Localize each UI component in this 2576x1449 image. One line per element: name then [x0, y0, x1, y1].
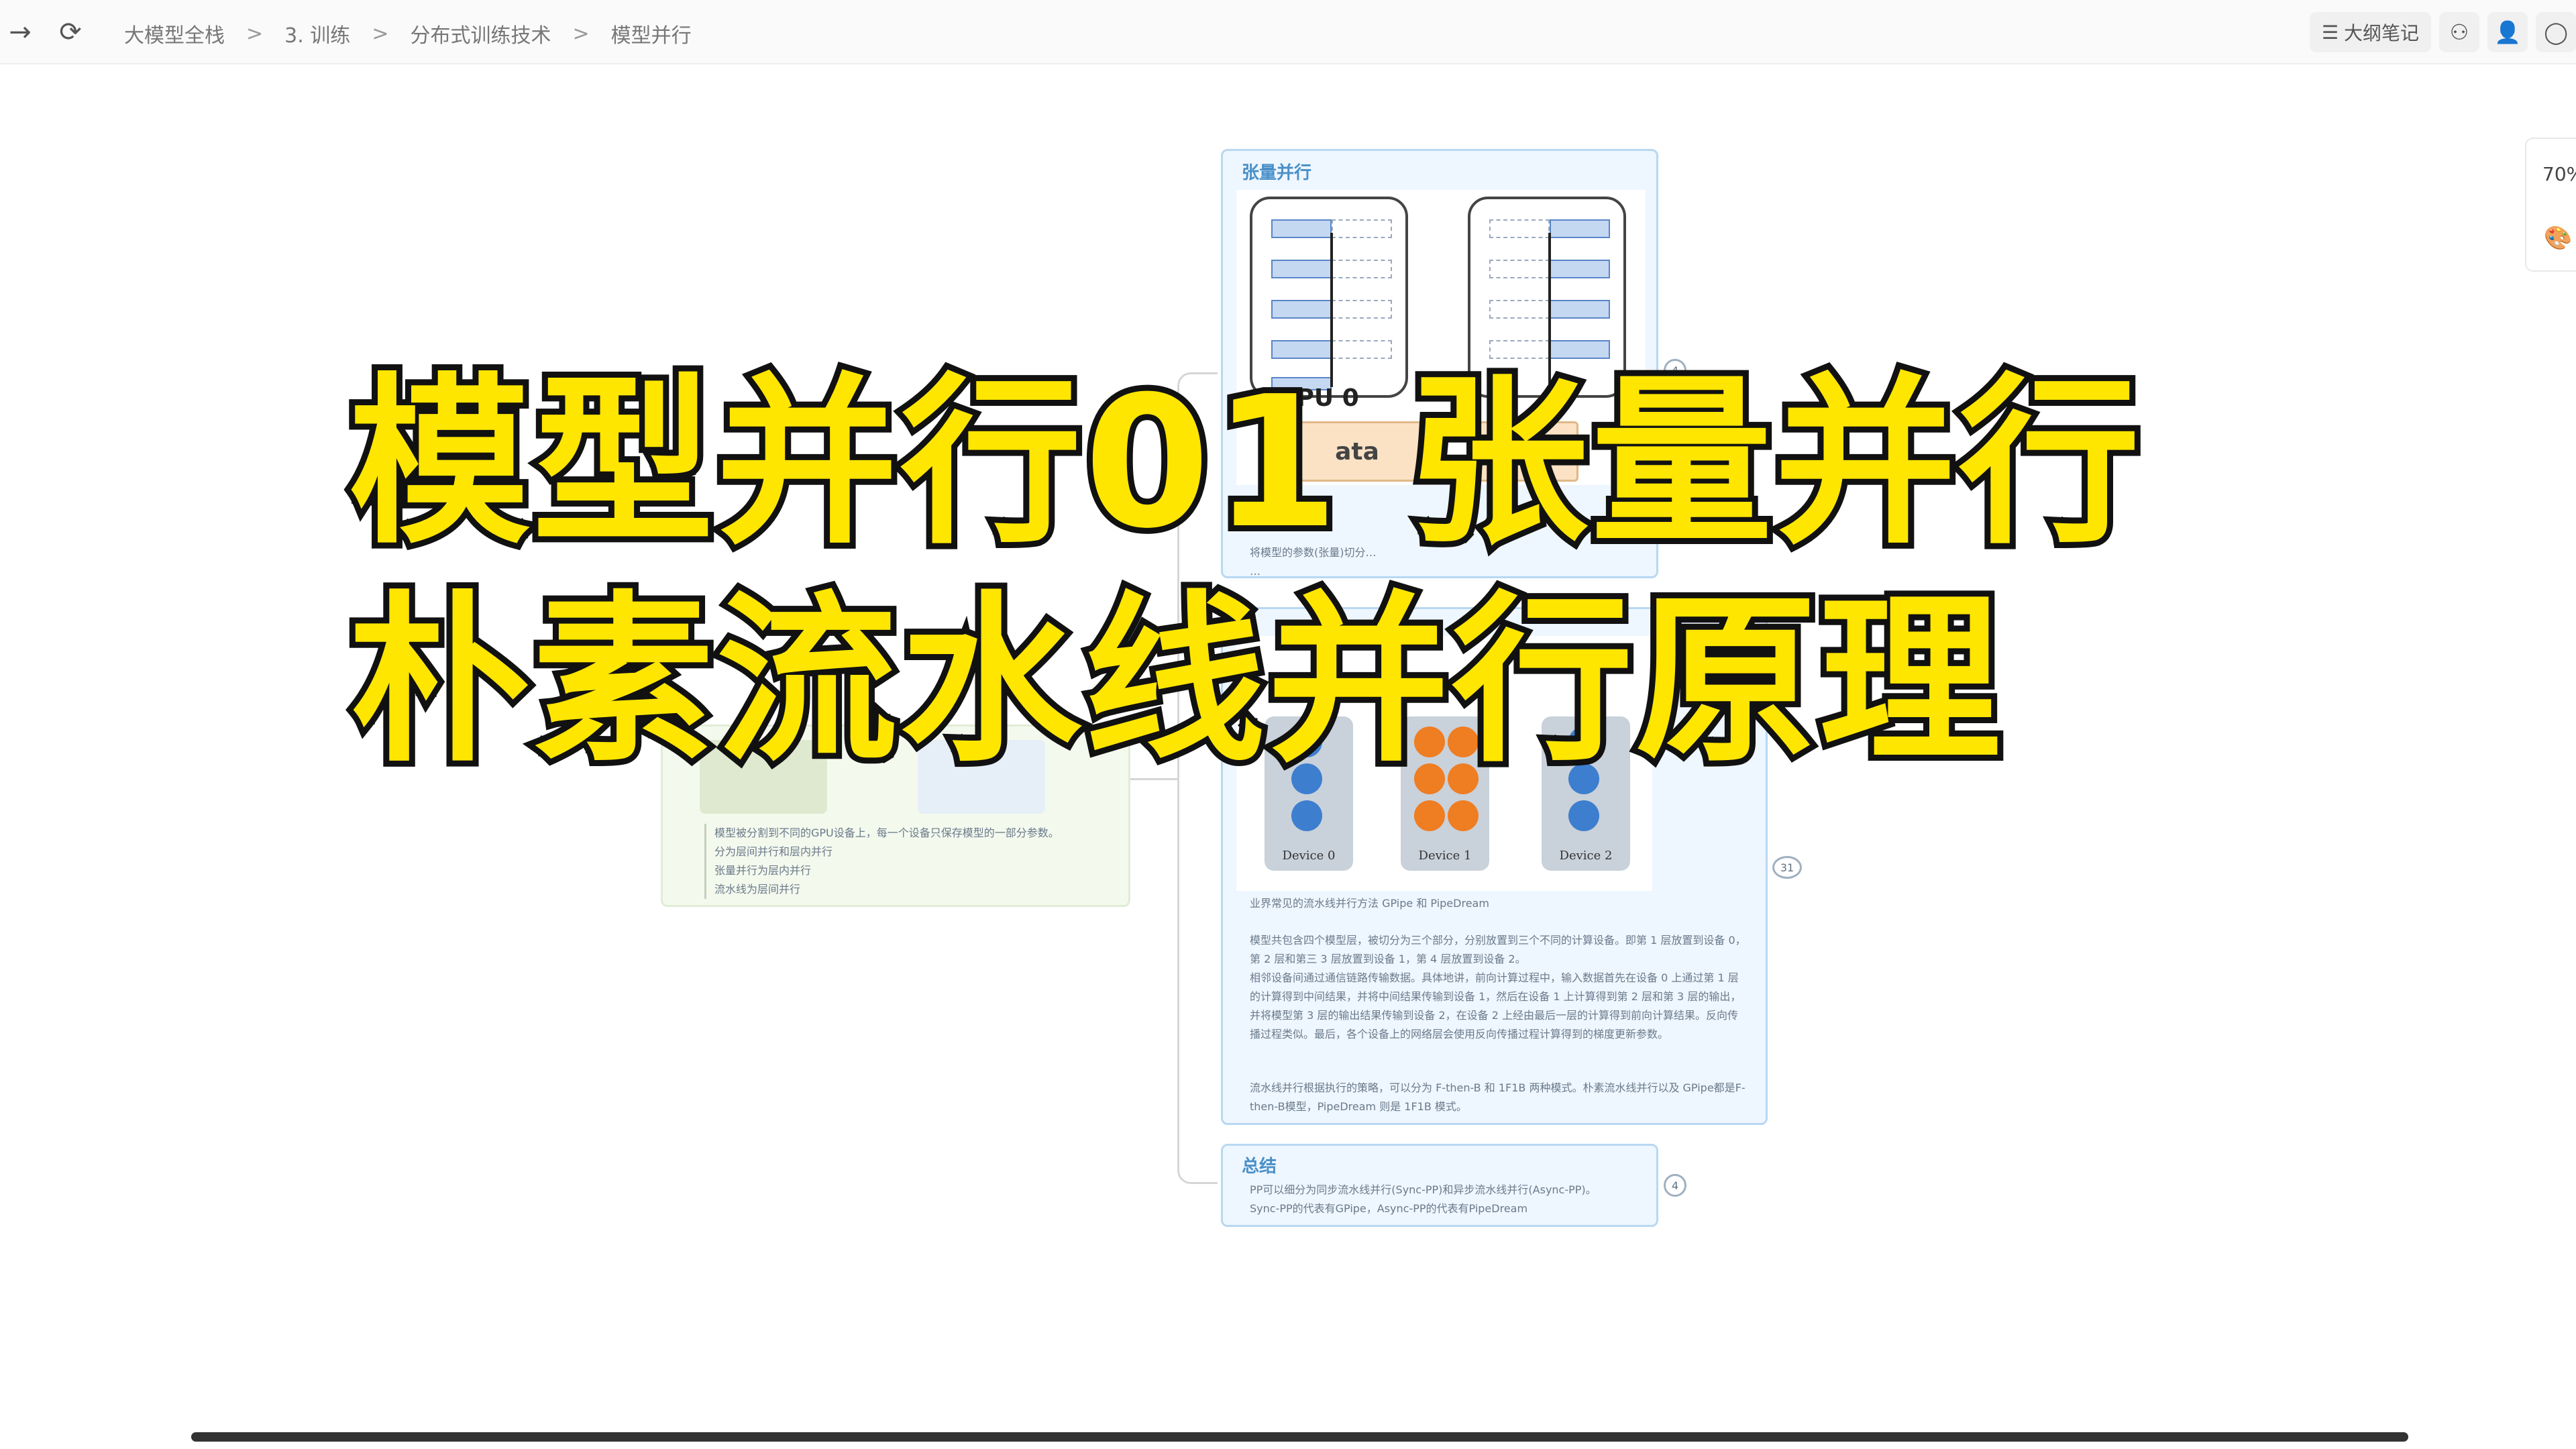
summary-card[interactable]: 总结 PP可以细分为同步流水线并行(Sync-PP)和异步流水线并行(Async… — [1221, 1144, 1658, 1227]
card-title: 张量并行 — [1242, 163, 1312, 183]
horizontal-scrollbar[interactable] — [191, 1432, 2408, 1442]
device-label: Device 1 — [1418, 849, 1472, 863]
tensor-cell-empty — [1489, 219, 1550, 238]
tensor-cell — [1550, 300, 1610, 319]
forward-icon[interactable]: → — [0, 12, 40, 52]
collapse-badge[interactable]: 31 — [1772, 856, 1802, 879]
tensor-cell — [1271, 300, 1332, 319]
breadcrumb-separator: > — [572, 21, 590, 46]
model-parallel-text: 模型被分割到不同的GPU设备上，每一个设备只保存模型的一部分参数。 分为层间并行… — [704, 824, 1059, 899]
outline-notes-label: 大纲笔记 — [2343, 22, 2419, 44]
pipeline-description-text: 模型共包含四个模型层，被切分为三个部分，分别放置到三个不同的计算设备。即第 1 … — [1250, 934, 1746, 1040]
collapse-badge[interactable]: 4 — [1664, 1174, 1686, 1197]
tensor-cell-empty — [1489, 300, 1550, 319]
card-title: 总结 — [1242, 1157, 1277, 1177]
network-node — [1568, 800, 1599, 831]
network-node — [1291, 800, 1322, 831]
mindmap-structure-icon[interactable]: ⚇ — [2439, 12, 2479, 52]
palette-icon[interactable]: 🎨 — [2544, 225, 2572, 252]
more-icon[interactable]: ◯ — [2536, 12, 2576, 52]
breadcrumb-item-distributed[interactable]: 分布式训练技术 — [410, 19, 551, 48]
tensor-cell — [1271, 219, 1332, 238]
summary-text: PP可以细分为同步流水线并行(Sync-PP)和异步流水线并行(Async-PP… — [1250, 1183, 1597, 1215]
toolbar-right: ☰ 大纲笔记 ⚇ 👤 ◯ — [2302, 11, 2576, 54]
tensor-cell — [1271, 340, 1332, 359]
pipeline-modes-text: 流水线并行根据执行的策略，可以分为 F-then-B 和 1F1B 两种模式。朴… — [1250, 1081, 1746, 1113]
breadcrumb-item-model-parallel[interactable]: 模型并行 — [611, 19, 692, 48]
breadcrumb-item-root[interactable]: 大模型全栈 — [124, 19, 225, 48]
tensor-cell — [1550, 260, 1610, 278]
breadcrumb-separator: > — [372, 21, 389, 46]
tensor-cell-empty — [1489, 260, 1550, 278]
tensor-cell-empty — [1332, 219, 1392, 238]
breadcrumb-item-training[interactable]: 3. 训练 — [284, 19, 350, 48]
tensor-cell — [1550, 340, 1610, 359]
network-node — [1448, 800, 1479, 831]
tensor-cell-empty — [1489, 340, 1550, 359]
breadcrumb: 大模型全栈 > 3. 训练 > 分布式训练技术 > 模型并行 — [124, 15, 692, 52]
network-node — [1414, 800, 1445, 831]
video-title-line-2: 朴素流水线并行原理 — [343, 575, 2006, 786]
breadcrumb-separator: > — [246, 21, 264, 46]
video-title-line-1: 模型并行01 张量并行 — [343, 357, 2146, 568]
zoom-level[interactable]: 70% — [2542, 163, 2576, 185]
device-label: Device 2 — [1559, 849, 1613, 863]
tensor-cell — [1550, 219, 1610, 238]
tensor-cell-empty — [1332, 340, 1392, 359]
outline-icon: ☰ — [2321, 21, 2339, 44]
device-label: Device 0 — [1282, 849, 1336, 863]
outline-notes-button[interactable]: ☰ 大纲笔记 — [2309, 12, 2431, 52]
tensor-cell-empty — [1332, 300, 1392, 319]
tensor-cell — [1271, 260, 1332, 278]
top-toolbar: → ⟳ 大模型全栈 > 3. 训练 > 分布式训练技术 > 模型并行 ☰ 大纲笔… — [0, 0, 2576, 64]
zoom-panel: 70% 🎨 — [2525, 138, 2576, 272]
tensor-cell-empty — [1332, 260, 1392, 278]
refresh-icon[interactable]: ⟳ — [50, 12, 91, 52]
share-user-icon[interactable]: 👤 — [2487, 12, 2528, 52]
pipeline-methods-text: 业界常见的流水线并行方法 GPipe 和 PipeDream — [1250, 897, 1489, 910]
